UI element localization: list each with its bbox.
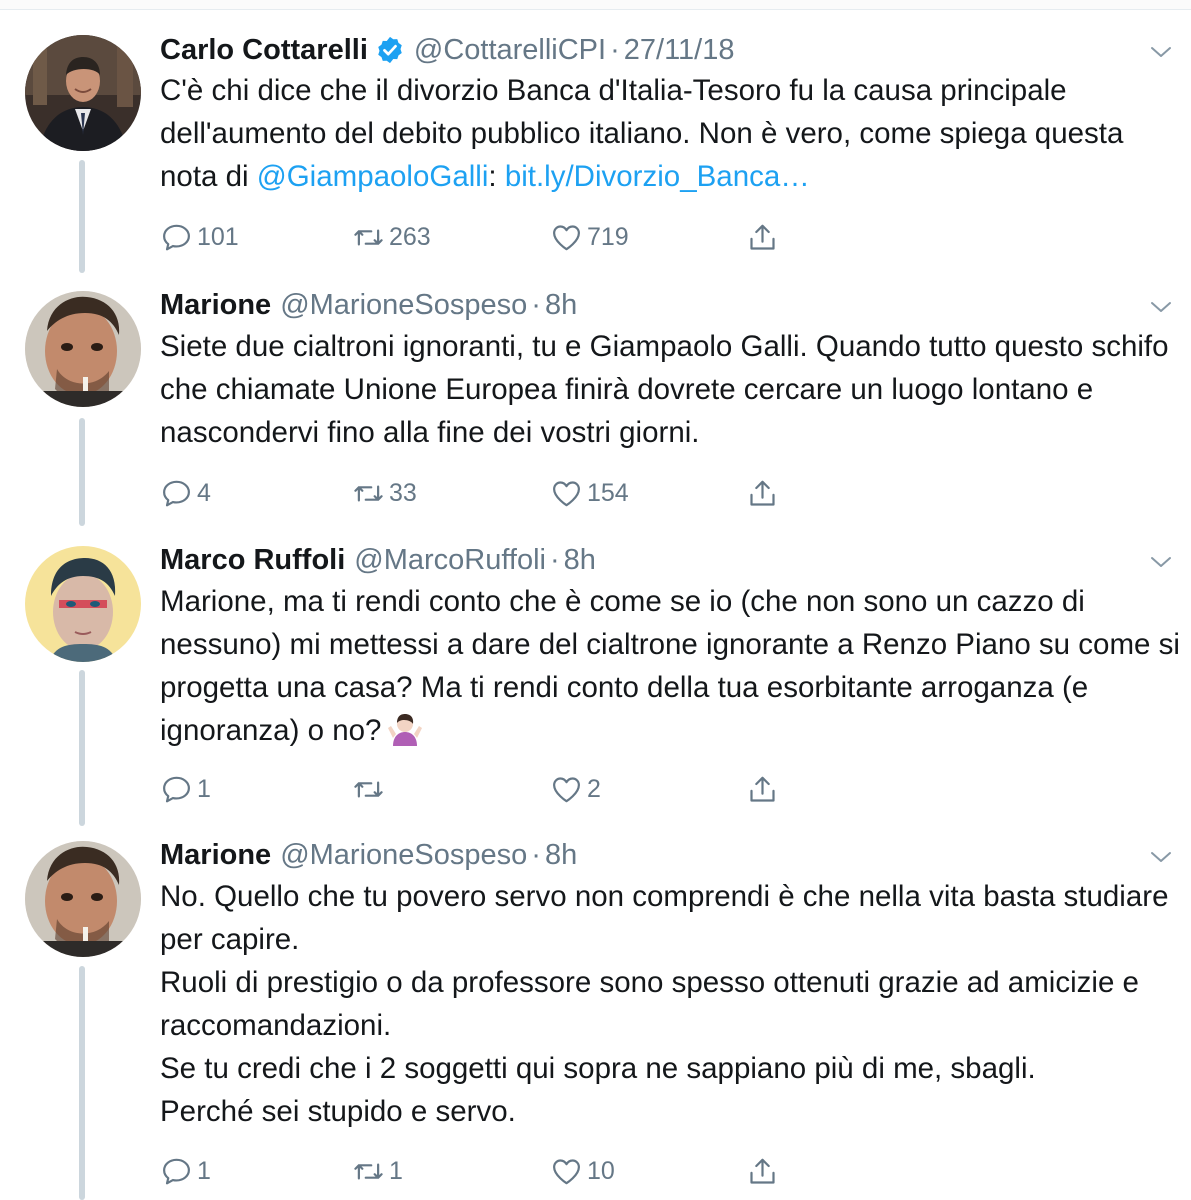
retweet-count: 33 (389, 478, 417, 507)
chevron-down-icon[interactable] (1146, 847, 1176, 867)
separator-dot: · (610, 34, 620, 66)
reply-icon (160, 773, 193, 806)
like-count: 719 (587, 222, 629, 251)
tweet[interactable]: Marione @MarioneSospeso · 8h No. Quello … (0, 835, 1191, 1200)
reply-icon (160, 221, 193, 254)
tweet-actions: 1 2 (160, 769, 800, 809)
share-button[interactable] (746, 1151, 779, 1191)
tweet-text: Siete due cialtroni ignoranti, tu e Giam… (160, 325, 1180, 454)
share-icon (746, 1155, 779, 1188)
tweet[interactable]: Marione @MarioneSospeso · 8h Siete due c… (0, 285, 1191, 525)
tweet[interactable]: Carlo Cottarelli @CottarelliCPI · 27/11/… (0, 30, 1191, 270)
avatar[interactable] (25, 35, 141, 151)
tweet-text-body: Marione, ma ti rendi conto che è come se… (160, 585, 1180, 747)
tweet-text: C'è chi dice che il divorzio Banca d'Ita… (160, 69, 1180, 198)
retweet-button[interactable] (352, 769, 389, 809)
tweet-text: Marione, ma ti rendi conto che è come se… (160, 580, 1180, 758)
chevron-down-icon[interactable] (1146, 552, 1176, 572)
tweet-text: No. Quello che tu povero servo non compr… (160, 875, 1180, 1133)
share-button[interactable] (746, 217, 779, 257)
person-shrugging-emoji (387, 712, 423, 758)
tweet-header: Carlo Cottarelli @CottarelliCPI · 27/11/… (160, 30, 735, 70)
like-button[interactable]: 154 (550, 473, 629, 513)
share-icon (746, 477, 779, 510)
tweet-header: Marco Ruffoli @MarcoRuffoli · 8h (160, 540, 596, 580)
like-icon (550, 221, 583, 254)
reply-count: 1 (197, 774, 211, 803)
timestamp[interactable]: 8h (564, 542, 596, 578)
tweet[interactable]: Marco Ruffoli @MarcoRuffoli · 8h Marione… (0, 540, 1191, 825)
like-count: 154 (587, 478, 629, 507)
reply-icon (160, 1155, 193, 1188)
timestamp[interactable]: 8h (545, 837, 577, 873)
like-count: 2 (587, 774, 601, 803)
url-link[interactable]: bit.ly/Divorzio_Banca… (505, 160, 810, 193)
timestamp[interactable]: 8h (545, 287, 577, 323)
retweet-count: 1 (389, 1156, 403, 1185)
reply-count: 1 (197, 1156, 211, 1185)
avatar[interactable] (25, 291, 141, 407)
separator-dot: · (531, 289, 541, 321)
avatar[interactable] (25, 841, 141, 957)
chevron-down-icon[interactable] (1146, 42, 1176, 62)
tweet-text-line: Ruoli di prestigio o da professore sono … (160, 966, 1139, 1042)
reply-icon (160, 477, 193, 510)
like-button[interactable]: 2 (550, 769, 601, 809)
tweet-actions: 1 1 10 (160, 1151, 800, 1191)
reply-button[interactable]: 1 (160, 769, 211, 809)
reply-button[interactable]: 1 (160, 1151, 211, 1191)
chevron-down-icon[interactable] (1146, 297, 1176, 317)
avatar[interactable] (25, 546, 141, 662)
reply-count: 4 (197, 478, 211, 507)
display-name[interactable]: Marione (160, 837, 271, 873)
username[interactable]: @MarcoRuffoli (354, 542, 546, 578)
username[interactable]: @MarioneSospeso (280, 287, 527, 323)
like-icon (550, 773, 583, 806)
top-divider (0, 0, 1191, 10)
retweet-icon (352, 1155, 385, 1188)
username[interactable]: @CottarelliCPI (414, 32, 606, 68)
like-icon (550, 477, 583, 510)
tweet-text-sep: : (488, 160, 505, 193)
retweet-count: 263 (389, 222, 431, 251)
tweet-header: Marione @MarioneSospeso · 8h (160, 285, 577, 325)
retweet-button[interactable]: 263 (352, 217, 431, 257)
retweet-button[interactable]: 1 (352, 1151, 403, 1191)
reply-count: 101 (197, 222, 239, 251)
tweet-text-line: Perché sei stupido e servo. (160, 1095, 516, 1128)
retweet-icon (352, 221, 385, 254)
share-icon (746, 773, 779, 806)
tweet-header: Marione @MarioneSospeso · 8h (160, 835, 577, 875)
like-button[interactable]: 719 (550, 217, 629, 257)
like-button[interactable]: 10 (550, 1151, 615, 1191)
reply-button[interactable]: 101 (160, 217, 239, 257)
verified-icon (375, 35, 405, 65)
timestamp[interactable]: 27/11/18 (624, 32, 735, 68)
tweet-text-line: No. Quello che tu povero servo non compr… (160, 880, 1169, 956)
display-name[interactable]: Marione (160, 287, 271, 323)
reply-button[interactable]: 4 (160, 473, 211, 513)
mention-link[interactable]: @GiampaoloGalli (257, 160, 489, 193)
tweet-actions: 4 33 154 (160, 473, 800, 513)
display-name[interactable]: Carlo Cottarelli (160, 32, 368, 68)
share-icon (746, 221, 779, 254)
separator-dot: · (549, 544, 560, 576)
retweet-icon (352, 477, 385, 510)
display-name[interactable]: Marco Ruffoli (160, 542, 345, 578)
separator-dot: · (531, 839, 541, 871)
share-button[interactable] (746, 473, 779, 513)
like-count: 10 (587, 1156, 615, 1185)
tweet-text-line: Se tu credi che i 2 soggetti qui sopra n… (160, 1052, 1036, 1085)
username[interactable]: @MarioneSospeso (280, 837, 527, 873)
share-button[interactable] (746, 769, 779, 809)
tweet-actions: 101 263 719 (160, 217, 800, 257)
tweet-text-body: Siete due cialtroni ignoranti, tu e Giam… (160, 330, 1169, 449)
retweet-icon (352, 773, 385, 806)
retweet-button[interactable]: 33 (352, 473, 417, 513)
like-icon (550, 1155, 583, 1188)
